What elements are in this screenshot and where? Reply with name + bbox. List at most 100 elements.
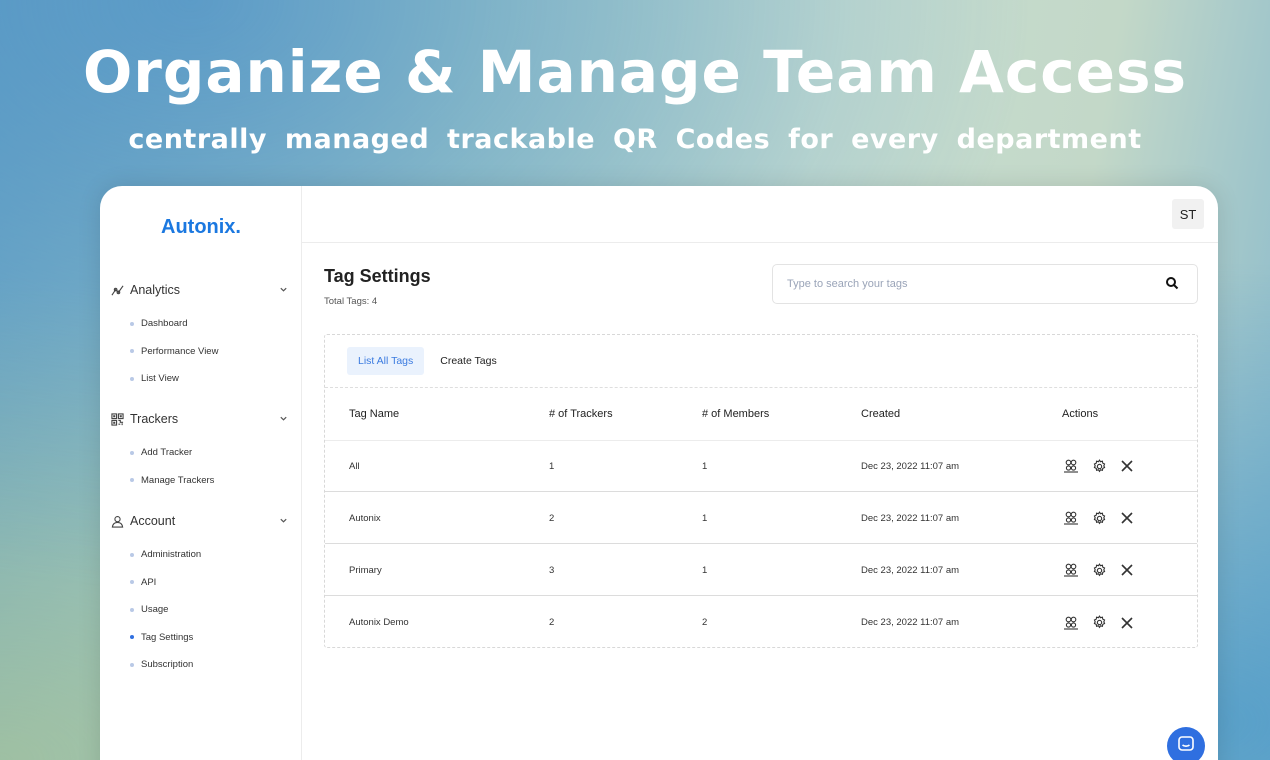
nav-label: Analytics	[130, 283, 181, 297]
cell-tag-name: Autonix	[349, 512, 381, 524]
bullet-icon	[130, 607, 134, 612]
gear-icon[interactable]	[1090, 457, 1108, 475]
chevron-down-icon[interactable]	[279, 514, 288, 528]
bullet-icon	[130, 662, 134, 667]
members-icon[interactable]	[1062, 457, 1080, 475]
column-header-members: # of Members	[702, 408, 770, 420]
app-window: Autonix. Analytics Dashboard Performance…	[100, 186, 1218, 760]
sidebar-item-add-tracker[interactable]: Add Tracker	[100, 439, 302, 467]
cell-created: Dec 23, 2022 11:07 am	[861, 460, 960, 472]
top-bar: ST	[302, 186, 1218, 243]
cell-members: 1	[702, 564, 708, 576]
sidebar-item-dashboard[interactable]: Dashboard	[100, 310, 302, 338]
sidebar-item-administration[interactable]: Administration	[100, 541, 302, 569]
nav-head-account[interactable]: Account	[100, 509, 302, 533]
sidebar-item-label: API	[141, 576, 157, 588]
logo[interactable]: Autonix.	[100, 216, 302, 239]
column-header-actions: Actions	[1062, 408, 1099, 420]
sidebar-item-label: Performance View	[141, 345, 219, 357]
search-box	[772, 264, 1198, 304]
nav-label: Trackers	[130, 412, 179, 426]
sidebar-item-label: Add Tracker	[141, 447, 193, 459]
qr-code-icon	[110, 412, 124, 426]
row-actions	[1062, 509, 1136, 527]
chevron-down-icon[interactable]	[279, 283, 288, 297]
cell-members: 2	[702, 617, 708, 628]
bullet-icon	[130, 580, 134, 585]
tab-list-all-tags[interactable]: List All Tags	[347, 347, 425, 375]
cell-created: Dec 23, 2022 11:07 am	[861, 617, 960, 628]
tags-panel: List All Tags Create Tags Tag Name # of …	[324, 334, 1198, 648]
tab-create-tags[interactable]: Create Tags	[429, 347, 507, 375]
search-input[interactable]	[773, 278, 1165, 290]
sidebar-item-api[interactable]: API	[100, 569, 302, 597]
chat-icon	[1177, 735, 1195, 758]
row-actions	[1062, 614, 1136, 632]
sidebar-item-tag-settings[interactable]: Tag Settings	[100, 624, 302, 652]
sidebar-item-label: Manage Trackers	[141, 474, 215, 486]
chat-button[interactable]	[1167, 727, 1205, 760]
members-icon[interactable]	[1062, 509, 1080, 527]
cell-trackers: 2	[549, 512, 555, 524]
sidebar-item-label: Usage	[141, 604, 169, 616]
cell-created: Dec 23, 2022 11:07 am	[861, 512, 960, 524]
cell-tag-name: Primary	[349, 564, 382, 576]
nav-group-analytics: Analytics Dashboard Performance View Lis…	[100, 278, 302, 393]
hero-subtitle: centrally managed trackable QR Codes for…	[128, 124, 1142, 155]
cell-members: 1	[702, 512, 708, 524]
table-row: Autonix Demo 2 2 Dec 23, 2022 11:07 am	[325, 597, 1197, 648]
members-icon[interactable]	[1062, 561, 1080, 579]
close-icon[interactable]	[1118, 561, 1136, 579]
analytics-icon	[110, 283, 124, 297]
bullet-icon	[130, 478, 134, 483]
column-header-tag-name: Tag Name	[349, 408, 400, 420]
bullet-icon	[130, 635, 134, 640]
sidebar-item-manage-trackers[interactable]: Manage Trackers	[100, 467, 302, 495]
search-icon[interactable]	[1165, 276, 1181, 292]
bullet-icon	[130, 321, 134, 326]
table-row: Autonix 2 1 Dec 23, 2022 11:07 am	[325, 493, 1197, 544]
sidebar-item-label: List View	[141, 373, 179, 385]
bullet-icon	[130, 552, 134, 557]
cell-trackers: 3	[549, 564, 555, 576]
close-icon[interactable]	[1118, 509, 1136, 527]
bullet-icon	[130, 349, 134, 354]
table-row: All 1 1 Dec 23, 2022 11:07 am	[325, 441, 1197, 492]
cell-trackers: 1	[549, 460, 555, 472]
sidebar: Autonix. Analytics Dashboard Performance…	[100, 186, 302, 760]
avatar[interactable]: ST	[1172, 199, 1204, 229]
close-icon[interactable]	[1118, 614, 1136, 632]
gear-icon[interactable]	[1090, 614, 1108, 632]
page-title: Tag Settings	[324, 266, 431, 286]
tab-bar: List All Tags Create Tags	[347, 347, 513, 375]
total-tags: Total Tags: 4	[324, 296, 378, 307]
members-icon[interactable]	[1062, 614, 1080, 632]
sidebar-item-subscription[interactable]: Subscription	[100, 651, 302, 679]
sidebar-item-list-view[interactable]: List View	[100, 365, 302, 393]
row-actions	[1062, 561, 1136, 579]
cell-tag-name: All	[349, 460, 360, 472]
table-row: Primary 3 1 Dec 23, 2022 11:07 am	[325, 545, 1197, 596]
hero-title: Organize & Manage Team Access	[82, 38, 1188, 106]
close-icon[interactable]	[1118, 457, 1136, 475]
table-header: Tag Name # of Trackers # of Members Crea…	[325, 387, 1197, 441]
gear-icon[interactable]	[1090, 509, 1108, 527]
bullet-icon	[130, 450, 134, 455]
nav-group-account: Account Administration API Usage Tag Set…	[100, 509, 302, 679]
nav-group-trackers: Trackers Add Tracker Manage Trackers	[100, 407, 302, 494]
sidebar-item-usage[interactable]: Usage	[100, 596, 302, 624]
nav-head-analytics[interactable]: Analytics	[100, 278, 302, 302]
nav-head-trackers[interactable]: Trackers	[100, 407, 302, 431]
sidebar-item-label: Subscription	[141, 659, 194, 671]
gear-icon[interactable]	[1090, 561, 1108, 579]
sidebar-item-label: Tag Settings	[141, 631, 194, 643]
sidebar-item-performance-view[interactable]: Performance View	[100, 338, 302, 366]
cell-trackers: 2	[549, 617, 555, 628]
sidebar-item-label: Dashboard	[141, 318, 188, 330]
bullet-icon	[130, 376, 134, 381]
cell-created: Dec 23, 2022 11:07 am	[861, 564, 960, 576]
nav-label: Account	[130, 514, 176, 528]
user-icon	[110, 514, 124, 528]
chevron-down-icon[interactable]	[279, 412, 288, 426]
cell-tag-name: Autonix Demo	[349, 617, 409, 628]
